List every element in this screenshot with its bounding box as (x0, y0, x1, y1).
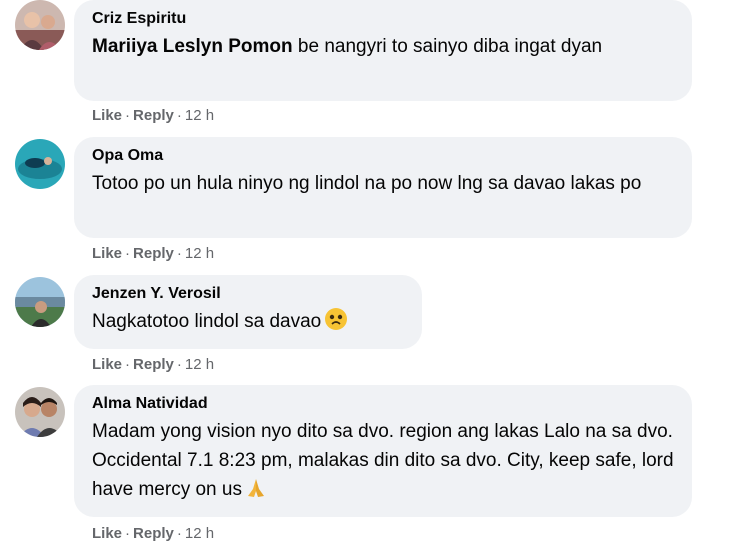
separator: · (125, 107, 131, 124)
comment-text: Totoo po un hula ninyo ng lindol na po n… (92, 173, 642, 194)
comment-body: be nangyri to sainyo diba ingat dyan (292, 36, 603, 57)
separator: · (125, 245, 131, 262)
sad-face-emoji (324, 307, 348, 340)
comment-actions: Like · Reply · 12 h (92, 107, 214, 125)
reply-button[interactable]: Reply (133, 245, 174, 262)
separator: · (176, 107, 182, 124)
comment-bubble: Alma Natividad Madam yong vision nyo dit… (74, 385, 692, 517)
comment-actions: Like · Reply · 12 h (92, 245, 214, 263)
comment-body: Nagkatotoo lindol sa davao (92, 311, 322, 332)
separator: · (176, 356, 182, 373)
comment-author[interactable]: Criz Espiritu (92, 9, 674, 29)
like-button[interactable]: Like (92, 245, 122, 262)
reply-button[interactable]: Reply (133, 356, 174, 373)
comment-author[interactable]: Alma Natividad (92, 394, 674, 414)
separator: · (125, 356, 131, 373)
comment-bubble: Jenzen Y. Verosil Nagkatotoo lindol sa d… (74, 275, 422, 349)
comment-bubble: Opa Oma Totoo po un hula ninyo ng lindol… (74, 137, 692, 238)
comment-actions: Like · Reply · 12 h (92, 525, 214, 543)
avatar[interactable] (15, 387, 65, 437)
comment-actions: Like · Reply · 12 h (92, 356, 214, 374)
timestamp[interactable]: 12 h (185, 107, 214, 124)
timestamp[interactable]: 12 h (185, 525, 214, 542)
comment-author[interactable]: Opa Oma (92, 146, 674, 166)
like-button[interactable]: Like (92, 356, 122, 373)
separator: · (125, 525, 131, 542)
timestamp[interactable]: 12 h (185, 245, 214, 262)
avatar[interactable] (15, 277, 65, 327)
reply-button[interactable]: Reply (133, 525, 174, 542)
comment-text: Mariiya Leslyn Pomon be nangyri to sainy… (92, 32, 674, 61)
like-button[interactable]: Like (92, 525, 122, 542)
comment-text: Nagkatotoo lindol sa davao (92, 307, 404, 340)
mention-link[interactable]: Mariiya Leslyn Pomon (92, 36, 293, 57)
comment-body: Madam yong vision nyo dito sa dvo. regio… (92, 421, 674, 500)
comment-author[interactable]: Jenzen Y. Verosil (92, 284, 404, 304)
avatar[interactable] (15, 139, 65, 189)
timestamp[interactable]: 12 h (185, 356, 214, 373)
separator: · (176, 525, 182, 542)
avatar[interactable] (15, 0, 65, 50)
like-button[interactable]: Like (92, 107, 122, 124)
folded-hands-emoji (245, 477, 267, 508)
reply-button[interactable]: Reply (133, 107, 174, 124)
comment-bubble: Criz Espiritu Mariiya Leslyn Pomon be na… (74, 0, 692, 101)
separator: · (176, 245, 182, 262)
comment-text: Madam yong vision nyo dito sa dvo. regio… (92, 417, 674, 508)
